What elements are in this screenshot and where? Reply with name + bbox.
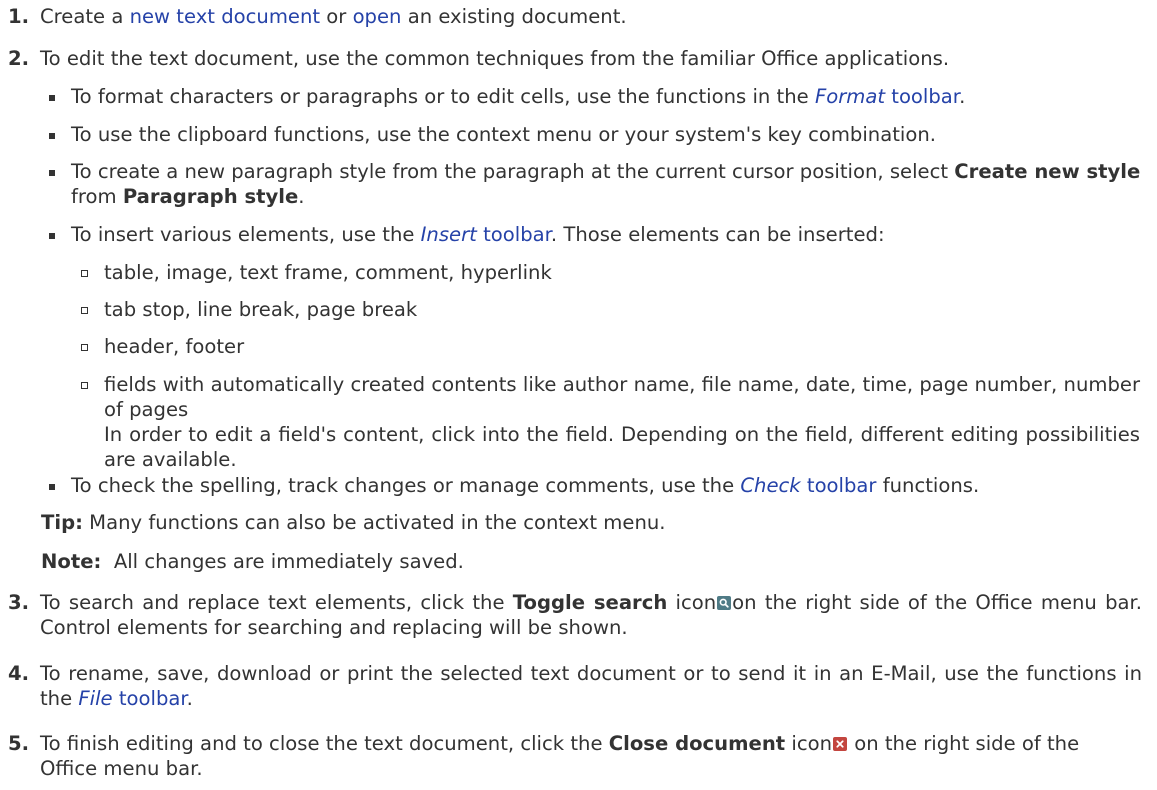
step-text: Create a new text document or open an ex… xyxy=(40,5,627,28)
sub-bullet-marker xyxy=(81,307,88,314)
sub-bullet-marker xyxy=(81,382,88,389)
step-text: To search and replace text elements, cli… xyxy=(40,591,1143,639)
search-icon xyxy=(717,596,732,610)
insert-toolbar-link[interactable]: toolbar xyxy=(477,223,551,246)
note-paragraph: Note: All changes are immediately saved. xyxy=(41,550,464,573)
list-item: To use the clipboard functions, use the … xyxy=(49,122,1143,147)
step-number: 3. xyxy=(8,591,30,614)
sub-bullet-marker xyxy=(81,344,88,351)
tip-paragraph: Tip: Many functions can also be activate… xyxy=(41,511,666,534)
toggle-search-label: Toggle search xyxy=(512,591,668,614)
tip-label: Tip: xyxy=(41,511,83,534)
file-toolbar-name: File xyxy=(78,687,113,710)
bullet-marker xyxy=(49,484,55,490)
bullet-marker xyxy=(49,133,55,139)
list-item: To create a new paragraph style from the… xyxy=(49,159,1143,209)
file-toolbar-link[interactable]: toolbar xyxy=(113,687,187,710)
step-text: To finish editing and to close the text … xyxy=(40,732,1080,780)
sub-list-item: fields with automatically created conten… xyxy=(81,372,1140,472)
note-label: Note: xyxy=(41,550,102,573)
field-note: In order to edit a field's content, clic… xyxy=(104,423,1140,471)
list-item: To insert various elements, use the Inse… xyxy=(49,222,1143,247)
insert-toolbar-name: Insert xyxy=(420,223,477,246)
step-text: To edit the text document, use the commo… xyxy=(40,47,950,70)
sub-list-item: header, footer xyxy=(81,334,1140,359)
step-text: To rename, save, download or print the s… xyxy=(40,662,1142,710)
bullet-marker xyxy=(49,95,55,101)
close-icon xyxy=(833,737,847,751)
sub-list-item: tab stop, line break, page break xyxy=(81,297,1140,322)
new-text-document-link[interactable]: new text document xyxy=(130,5,320,28)
bullet-marker xyxy=(49,233,55,239)
help-document: 1. Create a new text document or open an… xyxy=(0,0,1157,790)
format-toolbar-link[interactable]: toolbar xyxy=(885,85,959,108)
step-number: 5. xyxy=(8,732,30,755)
open-link[interactable]: open xyxy=(353,5,402,28)
check-toolbar-name: Check xyxy=(740,474,801,497)
format-toolbar-name: Format xyxy=(814,85,886,108)
paragraph-style-label: Paragraph style xyxy=(122,185,299,208)
step-number: 4. xyxy=(8,662,30,685)
sub-bullet-marker xyxy=(81,270,88,277)
list-item: To format characters or paragraphs or to… xyxy=(49,84,1143,109)
bullet-marker xyxy=(49,170,55,176)
close-document-label: Close document xyxy=(608,732,786,755)
list-item: To check the spelling, track changes or … xyxy=(49,473,1143,498)
check-toolbar-link[interactable]: toolbar xyxy=(801,474,877,497)
step-number: 2. xyxy=(8,47,30,70)
step-number: 1. xyxy=(8,5,30,28)
create-new-style-label: Create new style xyxy=(954,160,1141,183)
sub-list-item: table, image, text frame, comment, hyper… xyxy=(81,260,1140,285)
